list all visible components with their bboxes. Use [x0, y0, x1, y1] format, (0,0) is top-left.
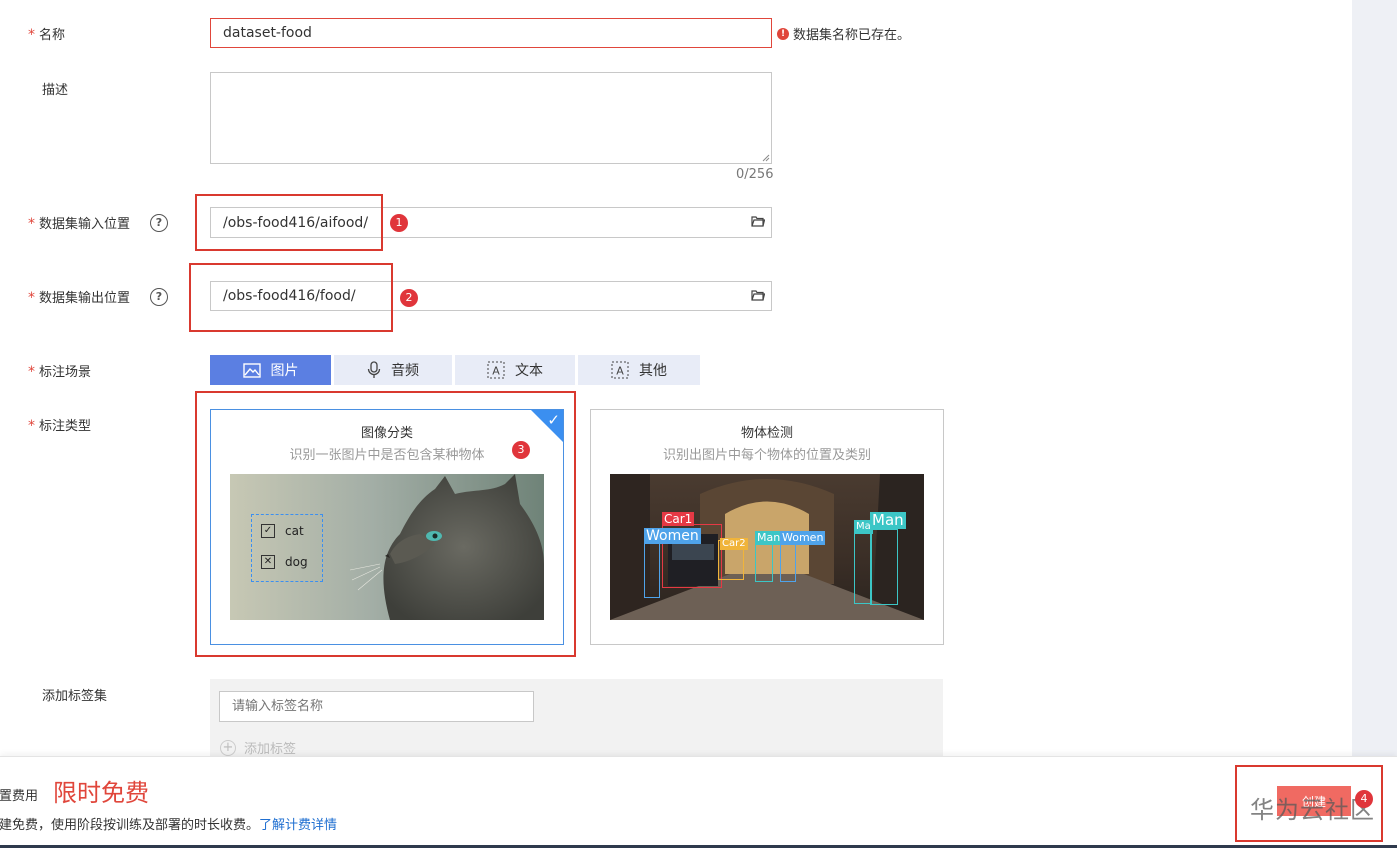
svg-text:A: A — [616, 365, 624, 378]
help-icon[interactable]: ? — [150, 288, 168, 306]
bbox-label-man-center: Man — [755, 531, 783, 545]
tab-other[interactable]: A 其他 — [578, 355, 700, 385]
bbox-label-women-center: Women — [780, 531, 826, 545]
fee-note-text: 创建免费，使用阶段按训练及部署的时长收费。 — [0, 818, 260, 833]
bbox-women-center — [780, 542, 796, 582]
bbox-label-women-left: Women — [644, 528, 701, 544]
fee-label: 配置费用 — [0, 789, 39, 804]
pricing-link[interactable]: 了解计费详情 — [259, 818, 337, 833]
add-tag-button[interactable]: + 添加标签 — [220, 738, 296, 757]
annotation-box-1 — [195, 194, 383, 251]
street-image: Car1 Women Car2 Man Women Ma Man — [610, 474, 924, 620]
annotation-badge-1: 1 — [390, 214, 408, 232]
tab-other-label: 其他 — [639, 363, 667, 379]
scene-label: * 标注场景 — [28, 364, 92, 380]
folder-icon[interactable] — [751, 289, 765, 301]
tab-image[interactable]: 图片 — [210, 355, 331, 385]
text-icon: A — [487, 361, 505, 379]
tab-text-label: 文本 — [515, 363, 543, 379]
plus-circle-icon: + — [220, 739, 236, 756]
annotation-badge-4: 4 — [1355, 790, 1373, 808]
card-object-detection[interactable]: 物体检测 识别出图片中每个物体的位置及类别 Car1 Women Car2 Ma… — [590, 409, 944, 645]
name-label: * 名称 — [28, 27, 66, 43]
tag-name-input[interactable] — [219, 691, 534, 722]
type-label: * 标注类型 — [28, 418, 92, 434]
input-location-label: * 数据集输入位置 — [28, 216, 131, 232]
annotation-badge-3: 3 — [512, 441, 530, 459]
card-subtitle: 识别出图片中每个物体的位置及类别 — [662, 448, 871, 463]
footer-bar: 配置费用 限时免费 创建免费，使用阶段按训练及部署的时长收费。了解计费详情 — [0, 756, 1397, 848]
description-label: 描述 — [42, 83, 69, 98]
folder-icon[interactable] — [751, 215, 765, 227]
name-input-value: dataset-food — [223, 25, 312, 41]
microphone-icon — [367, 361, 381, 378]
error-icon: ! — [777, 27, 789, 40]
tab-image-label: 图片 — [270, 363, 299, 379]
name-input[interactable]: dataset-food — [210, 18, 772, 48]
annotation-box-3 — [195, 391, 576, 657]
bbox-label-car1: Car1 — [662, 512, 695, 526]
output-location-label: * 数据集输出位置 — [28, 290, 131, 306]
tab-audio-label: 音频 — [391, 363, 419, 379]
bbox-label-car2: Car2 — [720, 538, 748, 550]
svg-text:A: A — [492, 365, 500, 378]
annotation-box-2 — [189, 263, 393, 332]
help-icon[interactable]: ? — [150, 214, 168, 232]
add-tag-label: 添加标签 — [244, 742, 297, 757]
resize-handle-icon[interactable] — [762, 154, 770, 162]
bbox-label-man-right: Man — [870, 511, 906, 529]
card-title: 物体检测 — [740, 426, 793, 441]
tab-audio[interactable]: 音频 — [334, 355, 452, 385]
create-dataset-page: * 名称 dataset-food ! 数据集名称已存在。 描述 0/256 * 数… — [0, 0, 1397, 848]
fee-note: 创建免费，使用阶段按训练及部署的时长收费。了解计费详情 — [0, 814, 337, 833]
name-error-text: 数据集名称已存在。 — [793, 28, 911, 43]
tagset-panel: + 添加标签 — [210, 679, 943, 757]
bbox-man-center — [755, 542, 773, 582]
description-counter: 0/256 — [736, 167, 774, 182]
text-icon: A — [611, 361, 629, 379]
name-error: ! 数据集名称已存在。 — [777, 24, 910, 43]
description-textarea[interactable] — [210, 72, 772, 164]
tab-text[interactable]: A 文本 — [455, 355, 575, 385]
image-icon — [242, 362, 261, 378]
bbox-man-right — [870, 529, 898, 605]
bbox-women-left — [644, 542, 660, 598]
fee-value: 限时免费 — [53, 779, 149, 807]
tagset-label: 添加标签集 — [42, 689, 108, 704]
scrollbar-track[interactable] — [1352, 0, 1397, 756]
annotation-badge-2: 2 — [400, 289, 418, 307]
